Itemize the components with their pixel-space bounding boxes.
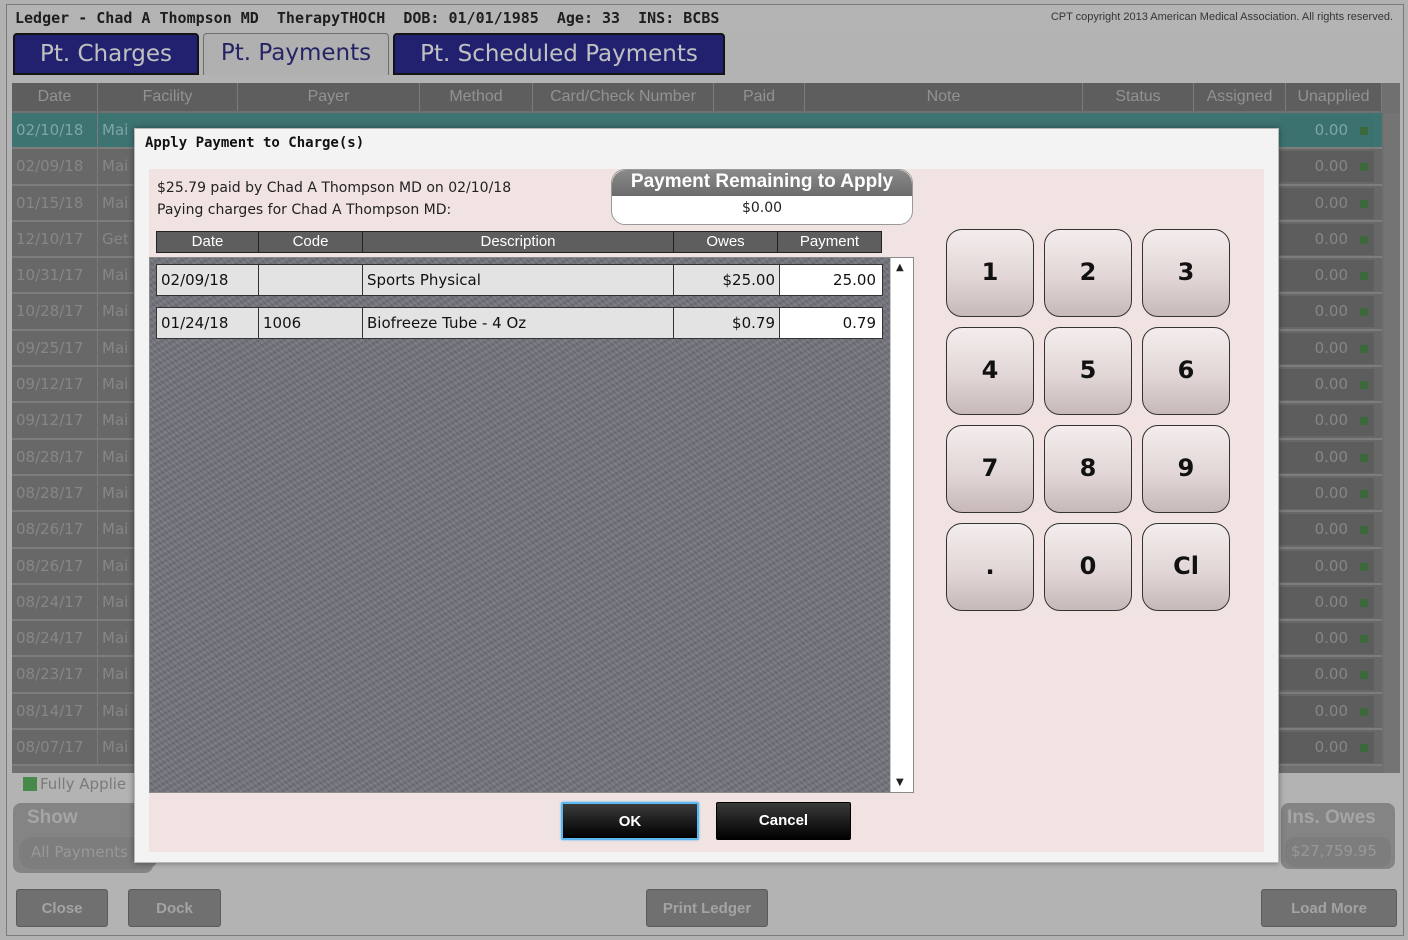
charge-owes: $25.00	[674, 265, 780, 295]
dialog-title: Apply Payment to Charge(s)	[145, 135, 365, 151]
charge-payment-input[interactable]: 0.79	[780, 308, 882, 338]
charges-header: Date Code Description Owes Payment	[156, 231, 882, 253]
payment-summary: $25.79 paid by Chad A Thompson MD on 02/…	[157, 177, 511, 221]
charges-col-date: Date	[157, 232, 259, 252]
paid-by-text: $25.79 paid by Chad A Thompson MD on 02/…	[157, 180, 512, 196]
keypad-5-button[interactable]: 5	[1044, 327, 1132, 415]
keypad-9-button[interactable]: 9	[1142, 425, 1230, 513]
charge-row[interactable]: 01/24/18 1006 Biofreeze Tube - 4 Oz $0.7…	[156, 307, 883, 339]
scroll-down-arrow-icon[interactable]: ▼	[896, 777, 904, 788]
charges-col-code: Code	[259, 232, 363, 252]
charges-list: 02/09/18 Sports Physical $25.00 25.00 01…	[149, 257, 914, 793]
dialog-body: $25.79 paid by Chad A Thompson MD on 02/…	[149, 169, 1264, 852]
keypad-8-button[interactable]: 8	[1044, 425, 1132, 513]
charge-date: 02/09/18	[157, 265, 259, 295]
charge-description: Biofreeze Tube - 4 Oz	[363, 308, 674, 338]
scroll-up-arrow-icon[interactable]: ▲	[896, 262, 904, 273]
charges-list-background: 02/09/18 Sports Physical $25.00 25.00 01…	[150, 258, 890, 792]
keypad-7-button[interactable]: 7	[946, 425, 1034, 513]
charge-description: Sports Physical	[363, 265, 674, 295]
charge-code: 1006	[259, 308, 363, 338]
charges-col-payment: Payment	[799, 233, 860, 250]
payment-remaining-box: Payment Remaining to Apply $0.00	[611, 169, 913, 225]
charge-date: 01/24/18	[157, 308, 259, 338]
charge-owes: $0.79	[674, 308, 780, 338]
keypad-0-button[interactable]: 0	[1044, 523, 1132, 611]
keypad-decimal-button[interactable]: .	[946, 523, 1034, 611]
payment-remaining-label: Payment Remaining to Apply	[612, 170, 912, 196]
charge-payment-input[interactable]: 25.00	[780, 265, 882, 295]
keypad-1-button[interactable]: 1	[946, 229, 1034, 317]
keypad-clear-button[interactable]: Cl	[1142, 523, 1230, 611]
charges-col-description: Description	[363, 232, 674, 252]
apply-payment-dialog: Apply Payment to Charge(s) $25.79 paid b…	[134, 128, 1279, 863]
charges-scrollbar[interactable]: ▲ ▼	[890, 258, 913, 792]
keypad-2-button[interactable]: 2	[1044, 229, 1132, 317]
charges-col-owes: Owes	[674, 232, 778, 252]
paying-for-text: Paying charges for Chad A Thompson MD:	[157, 202, 452, 218]
charge-code	[259, 265, 363, 295]
cancel-button[interactable]: Cancel	[716, 802, 851, 840]
charge-row[interactable]: 02/09/18 Sports Physical $25.00 25.00	[156, 264, 883, 296]
keypad-3-button[interactable]: 3	[1142, 229, 1230, 317]
keypad-4-button[interactable]: 4	[946, 327, 1034, 415]
keypad-6-button[interactable]: 6	[1142, 327, 1230, 415]
payment-remaining-value: $0.00	[741, 200, 783, 216]
ok-button[interactable]: OK	[561, 802, 699, 840]
